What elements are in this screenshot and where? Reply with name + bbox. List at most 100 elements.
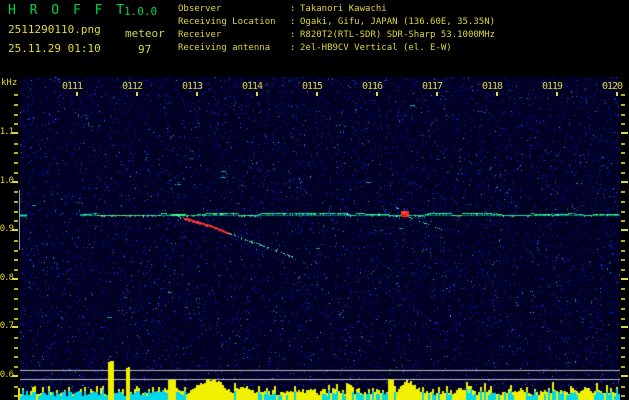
freq-major-tick-right (621, 229, 628, 231)
hrofft-window: H R O F F T 1.0.0 2511290110.png meteor … (0, 0, 629, 400)
freq-minor-tick-right (621, 386, 625, 388)
freq-minor-tick-left (14, 104, 18, 106)
time-tick (136, 92, 138, 96)
freq-minor-tick-left (14, 259, 18, 261)
time-label: 0119 (541, 81, 563, 92)
freq-minor-tick-right (621, 337, 625, 339)
freq-minor-tick-left (14, 366, 18, 368)
freq-minor-tick-right (621, 172, 625, 174)
freq-minor-tick-right (621, 220, 625, 222)
time-tick (616, 92, 618, 96)
freq-minor-tick-right (621, 366, 625, 368)
time-label: 0120 (601, 81, 623, 92)
freq-minor-tick-left (14, 94, 18, 96)
info-value: Ogaki, Gifu, JAPAN (136.60E, 35.35N) (300, 17, 496, 27)
time-tick (496, 92, 498, 96)
freq-minor-tick-right (621, 191, 625, 193)
info-label: Receiver (178, 30, 222, 40)
freq-minor-tick-left (14, 250, 18, 252)
info-separator: : (290, 4, 296, 14)
freq-major-tick-right (621, 132, 628, 134)
freq-minor-tick-right (621, 356, 625, 358)
freq-minor-tick-left (14, 211, 18, 213)
time-tick (376, 92, 378, 96)
freq-minor-tick-right (621, 162, 625, 164)
freq-minor-tick-left (14, 152, 18, 154)
freq-minor-tick-right (621, 143, 625, 145)
datetime-label: 25.11.29 01:10 (8, 42, 101, 55)
mode-label: meteor (125, 27, 165, 40)
info-separator: : (290, 17, 296, 27)
freq-minor-tick-right (621, 152, 625, 154)
app-version: 1.0.0 (124, 5, 158, 18)
freq-minor-tick-left (14, 191, 18, 193)
freq-minor-tick-right (621, 201, 625, 203)
freq-minor-tick-right (621, 298, 625, 300)
station-info-row: Observer: Takanori Kawachi (178, 3, 495, 16)
station-info-row: Receiver: R820T2(RTL-SDR) SDR-Sharp 53.10… (178, 29, 495, 42)
info-label: Receiving antenna (178, 43, 271, 53)
time-label: 0117 (421, 81, 443, 92)
time-label: 0114 (241, 81, 263, 92)
freq-minor-tick-right (621, 288, 625, 290)
freq-minor-tick-left (14, 240, 18, 242)
freq-minor-tick-right (621, 347, 625, 349)
info-label: Observer (178, 4, 222, 14)
freq-minor-tick-left (14, 143, 18, 145)
time-label: 0116 (361, 81, 383, 92)
freq-minor-tick-right (621, 269, 625, 271)
freq-minor-tick-left (14, 298, 18, 300)
freq-major-tick-left (12, 375, 18, 377)
info-value: R820T2(RTL-SDR) SDR-Sharp 53.1000MHz (300, 30, 496, 40)
freq-major-tick-left (12, 181, 18, 183)
freq-major-tick-left (12, 278, 18, 280)
freq-minor-tick-right (621, 395, 625, 397)
info-label: Receiving Location (178, 17, 276, 27)
meteor-count: 97 (138, 43, 152, 56)
spectrogram-canvas (20, 77, 620, 400)
freq-major-tick-right (621, 375, 628, 377)
time-label: 0115 (301, 81, 323, 92)
freq-minor-tick-left (14, 308, 18, 310)
freq-minor-tick-left (14, 162, 18, 164)
freq-minor-tick-right (621, 318, 625, 320)
freq-minor-tick-right (621, 211, 625, 213)
time-tick (76, 92, 78, 96)
info-separator: : (290, 30, 296, 40)
info-value: 2el-HB9CV Vertical (el. E-W) (300, 43, 452, 53)
freq-minor-tick-left (14, 288, 18, 290)
freq-minor-tick-left (14, 114, 18, 116)
freq-major-tick-right (621, 181, 628, 183)
time-tick (316, 92, 318, 96)
station-info-row: Receiving Location: Ogaki, Gifu, JAPAN (1… (178, 16, 495, 29)
freq-minor-tick-right (621, 104, 625, 106)
freq-minor-tick-right (621, 114, 625, 116)
freq-minor-tick-right (621, 240, 625, 242)
freq-minor-tick-left (14, 123, 18, 125)
station-info: Observer: Takanori Kawachi Receiving Locat… (178, 3, 495, 55)
freq-minor-tick-left (14, 269, 18, 271)
freq-minor-tick-left (14, 220, 18, 222)
freq-minor-tick-right (621, 250, 625, 252)
time-tick (556, 92, 558, 96)
freq-minor-tick-right (621, 259, 625, 261)
freq-minor-tick-left (14, 172, 18, 174)
app-title: H R O F F T (8, 3, 128, 18)
freq-major-tick-left (12, 132, 18, 134)
freq-minor-tick-left (14, 337, 18, 339)
time-label: 0118 (481, 81, 503, 92)
time-label: 0113 (181, 81, 203, 92)
time-tick (256, 92, 258, 96)
freq-minor-tick-left (14, 318, 18, 320)
freq-marker-line (19, 190, 20, 250)
freq-minor-tick-left (14, 356, 18, 358)
info-value: Takanori Kawachi (300, 4, 387, 14)
time-label: 0112 (121, 81, 143, 92)
time-tick (436, 92, 438, 96)
time-tick (196, 92, 198, 96)
freq-major-tick-left (12, 229, 18, 231)
freq-minor-tick-left (14, 347, 18, 349)
freq-major-tick-right (621, 326, 628, 328)
output-filename: 2511290110.png (8, 23, 101, 36)
freq-major-tick-right (621, 278, 628, 280)
